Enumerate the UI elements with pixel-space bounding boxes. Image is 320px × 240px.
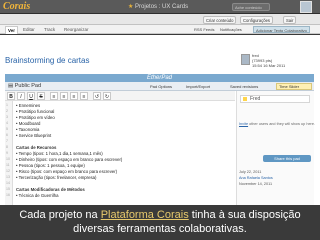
etherpad-banner: EtherPad: [5, 74, 314, 82]
author-info: fred (73993 pts) 15:54 16 Mar 2011: [252, 53, 312, 71]
numbered-list-button[interactable]: ≡: [60, 92, 68, 100]
line-number: 16: [6, 193, 10, 197]
caption-line-2: diversas ferramentas colaborativas.: [73, 223, 247, 235]
redo-button[interactable]: ↻: [103, 92, 111, 100]
line-number: 9: [6, 151, 8, 155]
share-pad-button[interactable]: Share this pad: [263, 155, 311, 162]
line-number: 15: [6, 187, 10, 191]
editor-line[interactable]: • Ennemines: [16, 103, 40, 108]
editor-line[interactable]: • Dinheiro (tipos: com espaço em branco …: [16, 157, 122, 162]
editor-line[interactable]: • Service Blueprint: [16, 133, 51, 138]
undo-button[interactable]: ↺: [93, 92, 101, 100]
user-color-swatch[interactable]: [243, 97, 247, 101]
author-time: 15:54 16 Mar 2011: [252, 63, 286, 68]
invite-link[interactable]: Invite: [239, 122, 248, 126]
page-title: Brainstorming de cartas: [5, 56, 90, 65]
breadcrumb-text: Projetos : UX Cards: [135, 4, 189, 10]
caption-line-1: Cada projeto na Plataforma Corais tinha …: [0, 208, 320, 222]
tab-ver[interactable]: Ver: [5, 26, 19, 34]
caption-after: tinha à sua disposição: [188, 209, 301, 221]
saved-revisions-button[interactable]: Saved revisions: [230, 83, 258, 90]
editor-line[interactable]: • Risco (tipos: com espaço em branco par…: [16, 169, 117, 174]
editor-line[interactable]: • Pessoa (tipos: 1 pessoa, 1 equipe): [16, 163, 85, 168]
user-name-field[interactable]: Fred: [240, 95, 310, 103]
pad-sidebar: [236, 91, 314, 205]
line-number: 7: [6, 139, 8, 143]
pad-options-button[interactable]: Pad Options: [150, 83, 172, 90]
tab-reorganizar[interactable]: Reorganizar: [64, 26, 89, 34]
line-number: 6: [6, 133, 8, 137]
bold-button[interactable]: B: [7, 92, 15, 100]
underline-button[interactable]: U: [27, 92, 35, 100]
tab-rss-feeds[interactable]: RSS Feeds: [194, 26, 214, 33]
user-name-text: Fred: [250, 96, 261, 102]
editor-line[interactable]: • Taxonomia: [16, 127, 39, 132]
star-icon[interactable]: ★: [128, 4, 135, 10]
editor-line[interactable]: • Protótipo funcional: [16, 109, 54, 114]
line-number: 5: [6, 127, 8, 131]
logout-button[interactable]: Sair: [283, 16, 297, 24]
invite-text: Invite other users and they will show up…: [239, 122, 315, 127]
tab-track[interactable]: Track: [44, 26, 55, 34]
editor-line[interactable]: Cartas de Recursos: [16, 145, 56, 150]
editor-line[interactable]: Cartas Modificadoras de Métodos: [16, 187, 85, 192]
corais-link[interactable]: Plataforma Corais: [101, 209, 189, 221]
strikethrough-button[interactable]: S: [37, 92, 45, 100]
pad-name: ▤ Public Pad: [8, 82, 41, 91]
bullet-list-button[interactable]: ≡: [50, 92, 58, 100]
tab-editar[interactable]: Editar: [23, 26, 35, 34]
search-input[interactable]: Ache conteúdo: [232, 3, 270, 11]
editor-line[interactable]: • Tercerização (tipos: freelancer, empre…: [16, 175, 96, 180]
line-number: 12: [6, 169, 10, 173]
caption-before: Cada projeto na: [19, 209, 101, 221]
line-number: 13: [6, 175, 10, 179]
line-number: 2: [6, 109, 8, 113]
indent-button[interactable]: ≡: [70, 92, 78, 100]
line-number: 10: [6, 157, 10, 161]
pad-icon: ▤: [8, 83, 15, 89]
editor-line[interactable]: • Moodboard: [16, 121, 40, 126]
line-number: 1: [6, 103, 8, 107]
create-content-button[interactable]: Criar conteúdo: [203, 16, 237, 24]
line-number: 14: [6, 181, 10, 185]
line-number: 8: [6, 145, 8, 149]
invite-rest: other users and they will show up here.: [249, 122, 315, 126]
avatar[interactable]: [300, 1, 312, 13]
italic-button[interactable]: I: [17, 92, 25, 100]
editor-line[interactable]: • Técnica de Guerrilha: [16, 193, 59, 198]
line-number: 11: [6, 163, 10, 167]
breadcrumb[interactable]: ★ Projetos : UX Cards: [128, 2, 188, 12]
add-collab-text-button[interactable]: Adicionar Texto Colaborativo: [253, 26, 310, 33]
settings-button[interactable]: Configurações: [240, 16, 274, 24]
corais-logo[interactable]: Corais: [3, 1, 30, 13]
editor-line[interactable]: • Tempo (tipos: 1 hora,1 dia,1 semana,1 …: [16, 151, 103, 156]
pad-name-label: Public Pad: [14, 83, 42, 89]
editor-line[interactable]: • Protótipo em vídeo: [16, 115, 55, 120]
author-avatar[interactable]: [241, 54, 250, 65]
chat-author[interactable]: Ana Rafaela Santos: [239, 176, 273, 181]
chat-date-1: July 22, 2011: [239, 170, 262, 174]
line-number: 4: [6, 121, 8, 125]
chat-date-2: November 14, 2011: [239, 182, 273, 186]
line-number: 3: [6, 115, 8, 119]
outdent-button[interactable]: ≡: [80, 92, 88, 100]
import-export-button[interactable]: Import/Export: [186, 83, 210, 90]
time-slider-button[interactable]: Time Slider: [276, 83, 312, 90]
tab-notificacoes[interactable]: Notificações: [220, 26, 242, 33]
